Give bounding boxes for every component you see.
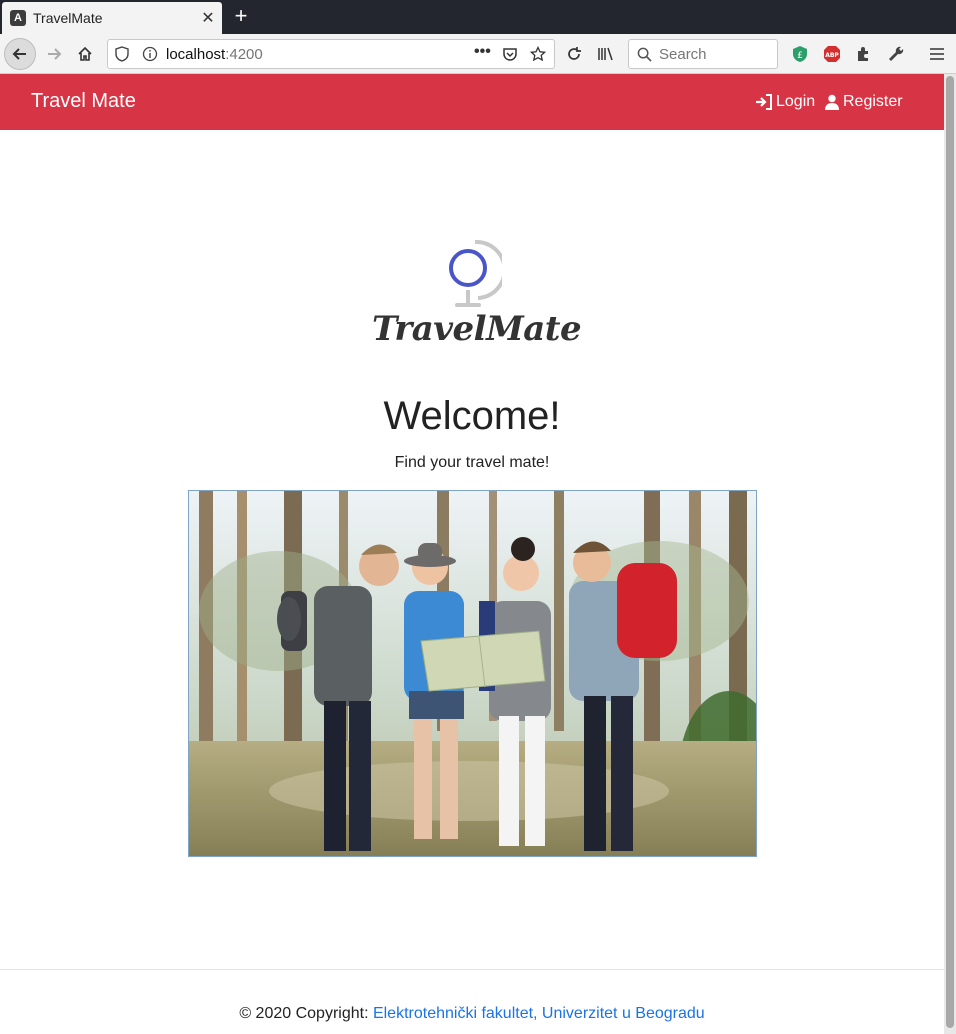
adblock-icon[interactable]: ABP [822, 44, 842, 64]
angular-icon: A [10, 10, 26, 26]
scroll-thumb[interactable] [946, 76, 954, 1028]
sign-in-icon [756, 94, 772, 110]
register-link[interactable]: Register [824, 93, 903, 111]
logo-wordmark: TravelMate [372, 309, 582, 349]
copyright-text: © 2020 Copyright: [239, 1005, 373, 1022]
back-button[interactable] [4, 38, 36, 70]
globe-icon [449, 239, 502, 307]
address-bar[interactable]: localhost:4200 ••• [107, 39, 555, 69]
brand-link[interactable]: Travel Mate [31, 90, 136, 113]
login-label: Login [776, 93, 816, 110]
hero-image [188, 490, 757, 857]
extensions-icon[interactable] [854, 44, 874, 64]
bookmark-star-icon[interactable] [530, 46, 546, 62]
search-icon [637, 47, 652, 62]
login-link[interactable]: Login [755, 93, 815, 111]
browser-tabbar: A TravelMate ✕ + [0, 0, 956, 34]
faculty-link[interactable]: Elektrotehnički fakultet, Univerzitet u … [373, 1005, 705, 1022]
footer-divider [0, 969, 944, 970]
user-icon [825, 94, 839, 110]
pocket-icon[interactable] [502, 46, 518, 62]
privacy-badger-icon[interactable]: £ [790, 44, 810, 64]
forward-button[interactable] [38, 38, 70, 70]
reload-icon[interactable] [564, 44, 584, 64]
info-icon[interactable] [142, 46, 158, 62]
url-text: localhost:4200 [166, 46, 263, 63]
arrow-right-icon [48, 48, 62, 60]
app-header: Travel Mate Login Register [0, 74, 944, 130]
shield-icon[interactable] [114, 46, 130, 62]
page-tagline: Find your travel mate! [394, 454, 550, 471]
tab-travelmate[interactable]: A TravelMate ✕ [2, 2, 222, 34]
arrow-left-icon [12, 48, 26, 60]
register-label: Register [843, 93, 903, 110]
page-scrollbar[interactable] [944, 74, 956, 1034]
browser-toolbar: localhost:4200 ••• Search £ ABP [0, 34, 956, 74]
travelmate-logo: TravelMate [372, 238, 582, 358]
svg-text:£: £ [797, 51, 803, 61]
new-tab-button[interactable]: + [230, 4, 252, 28]
home-button[interactable] [69, 38, 101, 70]
menu-icon[interactable] [927, 44, 947, 64]
svg-text:ABP: ABP [825, 52, 839, 59]
page-actions-icon[interactable]: ••• [474, 43, 491, 61]
search-placeholder: Search [659, 46, 707, 63]
library-icon[interactable] [596, 44, 616, 64]
page-title: Welcome! [383, 394, 561, 438]
page-viewport: Travel Mate Login Register TravelMate We… [0, 74, 944, 1034]
home-icon [78, 46, 92, 61]
footer: © 2020 Copyright: Elektrotehnički fakult… [0, 1005, 944, 1023]
wrench-icon[interactable] [886, 44, 906, 64]
search-input[interactable]: Search [628, 39, 778, 69]
close-icon[interactable]: ✕ [198, 8, 218, 28]
tab-title: TravelMate [33, 10, 103, 26]
